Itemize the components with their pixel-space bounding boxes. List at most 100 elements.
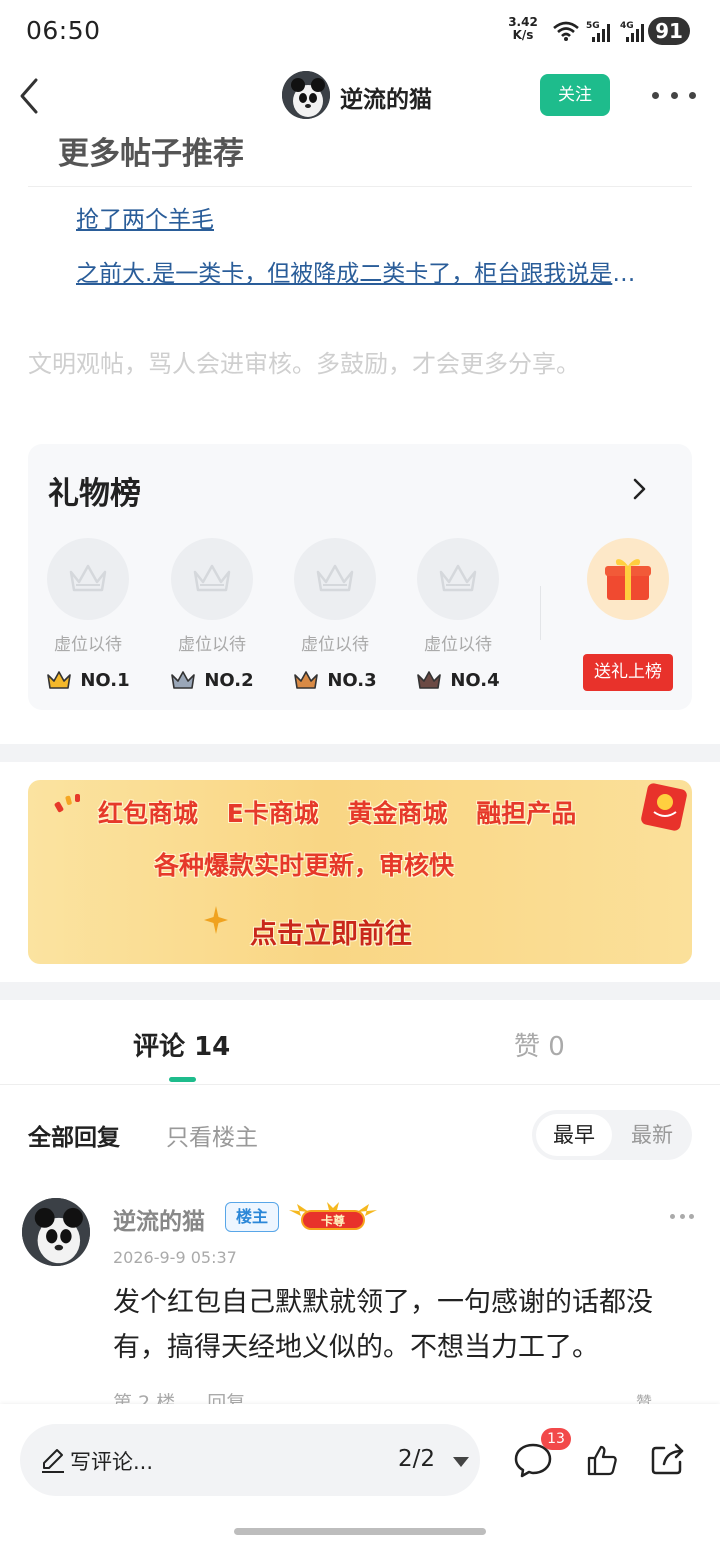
bottom-action-bar: 写评论... 2/2 13 bbox=[0, 1404, 720, 1544]
empty-slot-avatar bbox=[294, 538, 376, 620]
status-time: 06:50 bbox=[26, 16, 101, 45]
empty-slot-avatar bbox=[417, 538, 499, 620]
dot-icon bbox=[652, 91, 659, 99]
chevron-right-icon[interactable] bbox=[630, 474, 650, 504]
crown-outline-icon bbox=[193, 564, 231, 592]
vip-badge-text: 卡尊 bbox=[321, 1213, 345, 1228]
write-comment-input[interactable]: 写评论... 2/2 bbox=[20, 1424, 480, 1496]
sort-latest-button[interactable]: 最新 bbox=[616, 1114, 688, 1156]
comment-body: 发个红包自己默默就领了，一句感谢的话都没有，搞得天经地义似的。不想当力工了。 bbox=[113, 1287, 653, 1363]
sparkle-icon bbox=[54, 794, 80, 813]
slot-label: 虚位以待 bbox=[301, 635, 369, 655]
more-options-button[interactable] bbox=[652, 82, 696, 108]
network-speed: 3.42 K/s bbox=[505, 16, 541, 42]
status-bar: 06:50 3.42 K/s 5G 4G 91 bbox=[0, 0, 720, 60]
gift-board-title: 礼物榜 bbox=[48, 476, 141, 512]
rank-number: NO.3 bbox=[327, 669, 377, 691]
crown-icon bbox=[47, 671, 72, 689]
follow-button[interactable]: 关注 bbox=[540, 74, 610, 116]
rank-number: NO.2 bbox=[204, 669, 254, 691]
slot-rank: NO.1 bbox=[46, 669, 130, 691]
tab-comments-label: 评论 bbox=[133, 1032, 186, 1062]
panda-avatar-image bbox=[282, 71, 330, 119]
home-indicator[interactable] bbox=[234, 1528, 486, 1535]
dot-icon bbox=[689, 1214, 694, 1219]
crown-outline-icon bbox=[316, 564, 354, 592]
dot-icon bbox=[670, 1214, 675, 1219]
author-name[interactable]: 逆流的猫 bbox=[340, 80, 432, 114]
rank-number: NO.4 bbox=[450, 669, 500, 691]
thumbs-up-icon[interactable] bbox=[586, 1444, 618, 1476]
crown-icon bbox=[417, 671, 442, 689]
share-icon[interactable] bbox=[650, 1442, 686, 1476]
promo-banner[interactable]: 红包商城 E卡商城 黄金商城 融担产品 各种爆款实时更新，审核快 点击立即前往 bbox=[28, 780, 692, 964]
divider bbox=[28, 186, 692, 187]
gift-box-icon bbox=[605, 559, 651, 600]
panda-avatar-image bbox=[22, 1198, 90, 1266]
rank-number: NO.1 bbox=[80, 669, 130, 691]
commenter-avatar[interactable] bbox=[22, 1198, 90, 1266]
active-tab-indicator bbox=[169, 1077, 196, 1082]
write-comment-placeholder: 写评论... bbox=[70, 1450, 154, 1474]
gift-slot[interactable]: 虚位以待 NO.4 bbox=[416, 538, 500, 691]
comment-timestamp: 2026-9-9 05:37 bbox=[113, 1248, 237, 1267]
send-gift-icon-button[interactable] bbox=[587, 538, 669, 620]
slot-rank: NO.4 bbox=[416, 669, 500, 691]
divider bbox=[0, 1084, 720, 1085]
star-icon bbox=[204, 906, 228, 934]
red-envelope-icon bbox=[641, 783, 687, 831]
network-speed-unit: K/s bbox=[512, 28, 534, 42]
pencil-icon bbox=[42, 1449, 64, 1473]
svg-text:5G: 5G bbox=[586, 21, 600, 31]
banner-cta[interactable]: 点击立即前往 bbox=[250, 912, 412, 951]
battery-indicator: 91 bbox=[648, 17, 690, 45]
banner-line-2: 各种爆款实时更新，审核快 bbox=[154, 851, 455, 880]
post-header: 逆流的猫 关注 bbox=[0, 60, 720, 132]
gift-board: 礼物榜 虚位以待 NO.1 虚位以待 NO.2 虚位以待 NO.3 虚位以待 N… bbox=[28, 444, 692, 710]
gift-slot[interactable]: 虚位以待 NO.1 bbox=[46, 538, 130, 691]
filter-all-replies[interactable]: 全部回复 bbox=[28, 1118, 120, 1152]
recommended-post-link[interactable]: 之前大.是一类卡，但被降成二类卡了，柜台跟我说是因为不常用 bbox=[76, 254, 656, 288]
more-posts-title: 更多帖子推荐 bbox=[58, 136, 244, 172]
empty-slot-avatar bbox=[47, 538, 129, 620]
back-button[interactable] bbox=[14, 74, 46, 118]
sort-toggle: 最早 最新 bbox=[532, 1110, 692, 1160]
filter-op-only[interactable]: 只看楼主 bbox=[166, 1118, 258, 1152]
tab-comments[interactable]: 评论 14 bbox=[133, 1026, 230, 1063]
crown-icon bbox=[294, 671, 319, 689]
slot-label: 虚位以待 bbox=[178, 635, 246, 655]
gift-slot[interactable]: 虚位以待 NO.2 bbox=[170, 538, 254, 691]
vip-card-badge: 卡尊 bbox=[289, 1202, 377, 1230]
banner-line-1: 红包商城 E卡商城 黄金商城 融担产品 bbox=[98, 799, 577, 828]
slot-label: 虚位以待 bbox=[424, 635, 492, 655]
status-icons: 5G 4G bbox=[552, 18, 648, 44]
tab-likes-count: 0 bbox=[548, 1032, 565, 1062]
tab-likes-label: 赞 bbox=[514, 1032, 541, 1062]
recommended-post-link[interactable]: 抢了两个羊毛 bbox=[76, 200, 214, 234]
comment-more-button[interactable] bbox=[670, 1214, 694, 1222]
svg-text:4G: 4G bbox=[620, 21, 634, 31]
author-avatar[interactable] bbox=[282, 71, 330, 119]
dot-icon bbox=[670, 91, 678, 99]
crown-outline-icon bbox=[439, 564, 477, 592]
dot-icon bbox=[689, 91, 696, 99]
sort-earliest-button[interactable]: 最早 bbox=[536, 1114, 612, 1156]
gift-slot[interactable]: 虚位以待 NO.3 bbox=[293, 538, 377, 691]
civility-notice: 文明观帖，骂人会进审核。多鼓励，才会更多分享。 bbox=[28, 350, 580, 378]
slot-rank: NO.3 bbox=[293, 669, 377, 691]
tab-comments-count: 14 bbox=[194, 1032, 231, 1062]
empty-slot-avatar bbox=[171, 538, 253, 620]
slot-label: 虚位以待 bbox=[54, 635, 122, 655]
section-divider bbox=[0, 982, 720, 1000]
tab-likes[interactable]: 赞 0 bbox=[514, 1026, 565, 1063]
crown-outline-icon bbox=[69, 564, 107, 592]
caret-down-icon[interactable] bbox=[452, 1456, 470, 1468]
comment-count-badge: 13 bbox=[541, 1428, 571, 1450]
signal-5g-icon: 5G bbox=[586, 21, 610, 42]
commenter-name[interactable]: 逆流的猫 bbox=[113, 1202, 205, 1236]
page-indicator[interactable]: 2/2 bbox=[398, 1446, 435, 1472]
divider bbox=[540, 586, 541, 640]
wifi-icon bbox=[553, 21, 579, 41]
send-gift-button[interactable]: 送礼上榜 bbox=[583, 654, 673, 691]
signal-4g-icon: 4G bbox=[620, 21, 644, 42]
